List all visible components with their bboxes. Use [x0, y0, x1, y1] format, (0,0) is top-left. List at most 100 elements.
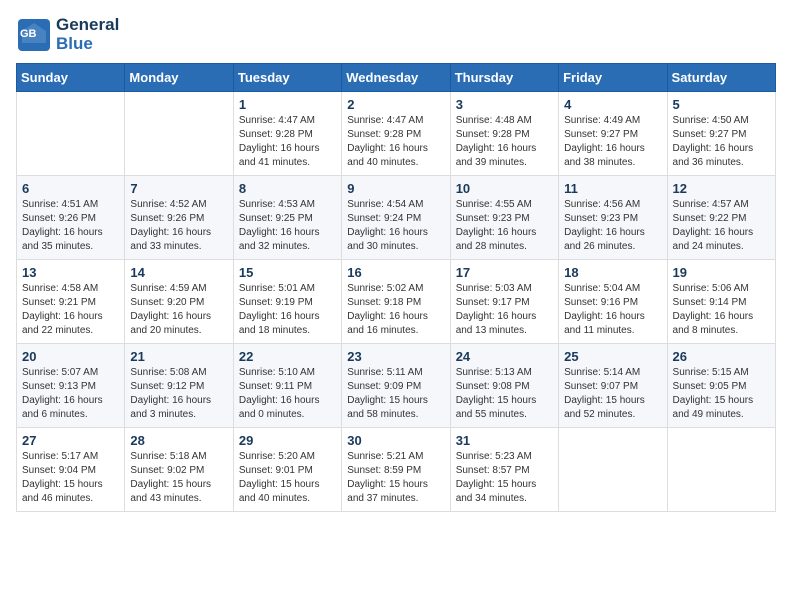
weekday-header: Friday	[559, 64, 667, 92]
day-number: 3	[456, 97, 553, 112]
day-number: 29	[239, 433, 336, 448]
day-number: 5	[673, 97, 770, 112]
calendar-cell: 27 Sunrise: 5:17 AM Sunset: 9:04 PM Dayli…	[17, 428, 125, 512]
calendar-cell: 20 Sunrise: 5:07 AM Sunset: 9:13 PM Dayli…	[17, 344, 125, 428]
calendar-cell: 13Sunrise: 4:58 AM Sunset: 9:21 PM Dayli…	[17, 260, 125, 344]
weekday-header: Saturday	[667, 64, 775, 92]
day-details: Sunrise: 5:14 AM Sunset: 9:07 PM Dayligh…	[564, 366, 661, 422]
day-number: 16	[347, 265, 444, 280]
calendar-cell: 8Sunrise: 4:53 AM Sunset: 9:25 PM Daylig…	[233, 176, 341, 260]
day-number: 21	[130, 349, 227, 364]
day-number: 9	[347, 181, 444, 196]
logo: GB GeneralBlue	[16, 16, 119, 53]
day-number: 31	[456, 433, 553, 448]
calendar-cell: 1 Sunrise: 4:47 AM Sunset: 9:28 PM Daylig…	[233, 92, 341, 176]
day-number: 7	[130, 181, 227, 196]
day-details: Sunrise: 5:03 AM Sunset: 9:17 PM Dayligh…	[456, 282, 553, 338]
calendar-cell: 25 Sunrise: 5:14 AM Sunset: 9:07 PM Dayli…	[559, 344, 667, 428]
calendar-cell: 6 Sunrise: 4:51 AM Sunset: 9:26 PM Daylig…	[17, 176, 125, 260]
day-details: Sunrise: 5:21 AM Sunset: 8:59 PM Dayligh…	[347, 450, 444, 506]
svg-text:GB: GB	[20, 28, 37, 40]
day-number: 13	[22, 265, 119, 280]
calendar-body: 1 Sunrise: 4:47 AM Sunset: 9:28 PM Daylig…	[17, 92, 776, 512]
day-details: Sunrise: 4:50 AM Sunset: 9:27 PM Dayligh…	[673, 114, 770, 170]
day-details: Sunrise: 4:49 AM Sunset: 9:27 PM Dayligh…	[564, 114, 661, 170]
day-number: 15	[239, 265, 336, 280]
weekday-header: Sunday	[17, 64, 125, 92]
day-number: 25	[564, 349, 661, 364]
page-header: GB GeneralBlue	[16, 16, 776, 53]
day-details: Sunrise: 4:51 AM Sunset: 9:26 PM Dayligh…	[22, 198, 119, 254]
day-details: Sunrise: 4:55 AM Sunset: 9:23 PM Dayligh…	[456, 198, 553, 254]
calendar-cell: 11Sunrise: 4:56 AM Sunset: 9:23 PM Dayli…	[559, 176, 667, 260]
calendar-cell: 31 Sunrise: 5:23 AM Sunset: 8:57 PM Dayli…	[450, 428, 558, 512]
calendar-cell: 17 Sunrise: 5:03 AM Sunset: 9:17 PM Dayli…	[450, 260, 558, 344]
day-number: 20	[22, 349, 119, 364]
weekday-header: Monday	[125, 64, 233, 92]
day-number: 30	[347, 433, 444, 448]
calendar-cell: 28Sunrise: 5:18 AM Sunset: 9:02 PM Dayli…	[125, 428, 233, 512]
calendar-cell: 12 Sunrise: 4:57 AM Sunset: 9:22 PM Dayli…	[667, 176, 775, 260]
day-details: Sunrise: 5:04 AM Sunset: 9:16 PM Dayligh…	[564, 282, 661, 338]
calendar-week-row: 6 Sunrise: 4:51 AM Sunset: 9:26 PM Daylig…	[17, 176, 776, 260]
calendar-cell: 2 Sunrise: 4:47 AM Sunset: 9:28 PM Daylig…	[342, 92, 450, 176]
calendar-cell: 23 Sunrise: 5:11 AM Sunset: 9:09 PM Dayli…	[342, 344, 450, 428]
day-number: 24	[456, 349, 553, 364]
calendar-week-row: 13Sunrise: 4:58 AM Sunset: 9:21 PM Dayli…	[17, 260, 776, 344]
day-details: Sunrise: 5:02 AM Sunset: 9:18 PM Dayligh…	[347, 282, 444, 338]
calendar-cell: 29 Sunrise: 5:20 AM Sunset: 9:01 PM Dayli…	[233, 428, 341, 512]
day-details: Sunrise: 5:07 AM Sunset: 9:13 PM Dayligh…	[22, 366, 119, 422]
calendar-cell: 9 Sunrise: 4:54 AM Sunset: 9:24 PM Daylig…	[342, 176, 450, 260]
day-number: 27	[22, 433, 119, 448]
day-number: 1	[239, 97, 336, 112]
day-number: 10	[456, 181, 553, 196]
day-number: 12	[673, 181, 770, 196]
calendar-cell: 15Sunrise: 5:01 AM Sunset: 9:19 PM Dayli…	[233, 260, 341, 344]
logo-icon: GB	[16, 17, 52, 53]
calendar-cell: 5 Sunrise: 4:50 AM Sunset: 9:27 PM Daylig…	[667, 92, 775, 176]
day-number: 14	[130, 265, 227, 280]
day-details: Sunrise: 5:20 AM Sunset: 9:01 PM Dayligh…	[239, 450, 336, 506]
day-number: 2	[347, 97, 444, 112]
calendar-cell: 26 Sunrise: 5:15 AM Sunset: 9:05 PM Dayli…	[667, 344, 775, 428]
day-details: Sunrise: 5:06 AM Sunset: 9:14 PM Dayligh…	[673, 282, 770, 338]
day-details: Sunrise: 4:47 AM Sunset: 9:28 PM Dayligh…	[347, 114, 444, 170]
calendar-cell: 30 Sunrise: 5:21 AM Sunset: 8:59 PM Dayli…	[342, 428, 450, 512]
calendar-cell: 18 Sunrise: 5:04 AM Sunset: 9:16 PM Dayli…	[559, 260, 667, 344]
day-details: Sunrise: 4:47 AM Sunset: 9:28 PM Dayligh…	[239, 114, 336, 170]
calendar-cell	[17, 92, 125, 176]
day-number: 17	[456, 265, 553, 280]
day-details: Sunrise: 4:48 AM Sunset: 9:28 PM Dayligh…	[456, 114, 553, 170]
day-number: 4	[564, 97, 661, 112]
day-number: 26	[673, 349, 770, 364]
day-details: Sunrise: 5:23 AM Sunset: 8:57 PM Dayligh…	[456, 450, 553, 506]
day-details: Sunrise: 5:17 AM Sunset: 9:04 PM Dayligh…	[22, 450, 119, 506]
calendar-cell: 10 Sunrise: 4:55 AM Sunset: 9:23 PM Dayli…	[450, 176, 558, 260]
calendar-cell: 7Sunrise: 4:52 AM Sunset: 9:26 PM Daylig…	[125, 176, 233, 260]
day-details: Sunrise: 4:57 AM Sunset: 9:22 PM Dayligh…	[673, 198, 770, 254]
calendar-cell: 4 Sunrise: 4:49 AM Sunset: 9:27 PM Daylig…	[559, 92, 667, 176]
calendar-cell: 14 Sunrise: 4:59 AM Sunset: 9:20 PM Dayli…	[125, 260, 233, 344]
calendar-cell: 24 Sunrise: 5:13 AM Sunset: 9:08 PM Dayli…	[450, 344, 558, 428]
calendar-cell: 16 Sunrise: 5:02 AM Sunset: 9:18 PM Dayli…	[342, 260, 450, 344]
calendar-cell: 19Sunrise: 5:06 AM Sunset: 9:14 PM Dayli…	[667, 260, 775, 344]
day-details: Sunrise: 5:10 AM Sunset: 9:11 PM Dayligh…	[239, 366, 336, 422]
day-details: Sunrise: 4:59 AM Sunset: 9:20 PM Dayligh…	[130, 282, 227, 338]
calendar-cell: 22 Sunrise: 5:10 AM Sunset: 9:11 PM Dayli…	[233, 344, 341, 428]
weekday-header: Wednesday	[342, 64, 450, 92]
day-details: Sunrise: 4:54 AM Sunset: 9:24 PM Dayligh…	[347, 198, 444, 254]
calendar-week-row: 1 Sunrise: 4:47 AM Sunset: 9:28 PM Daylig…	[17, 92, 776, 176]
day-details: Sunrise: 5:15 AM Sunset: 9:05 PM Dayligh…	[673, 366, 770, 422]
calendar-cell	[559, 428, 667, 512]
day-number: 23	[347, 349, 444, 364]
calendar-cell: 3 Sunrise: 4:48 AM Sunset: 9:28 PM Daylig…	[450, 92, 558, 176]
day-number: 11	[564, 181, 661, 196]
calendar-week-row: 27 Sunrise: 5:17 AM Sunset: 9:04 PM Dayli…	[17, 428, 776, 512]
logo-text: GeneralBlue	[56, 16, 119, 53]
day-number: 22	[239, 349, 336, 364]
day-number: 6	[22, 181, 119, 196]
day-details: Sunrise: 5:13 AM Sunset: 9:08 PM Dayligh…	[456, 366, 553, 422]
day-details: Sunrise: 5:11 AM Sunset: 9:09 PM Dayligh…	[347, 366, 444, 422]
day-number: 18	[564, 265, 661, 280]
calendar-cell	[667, 428, 775, 512]
